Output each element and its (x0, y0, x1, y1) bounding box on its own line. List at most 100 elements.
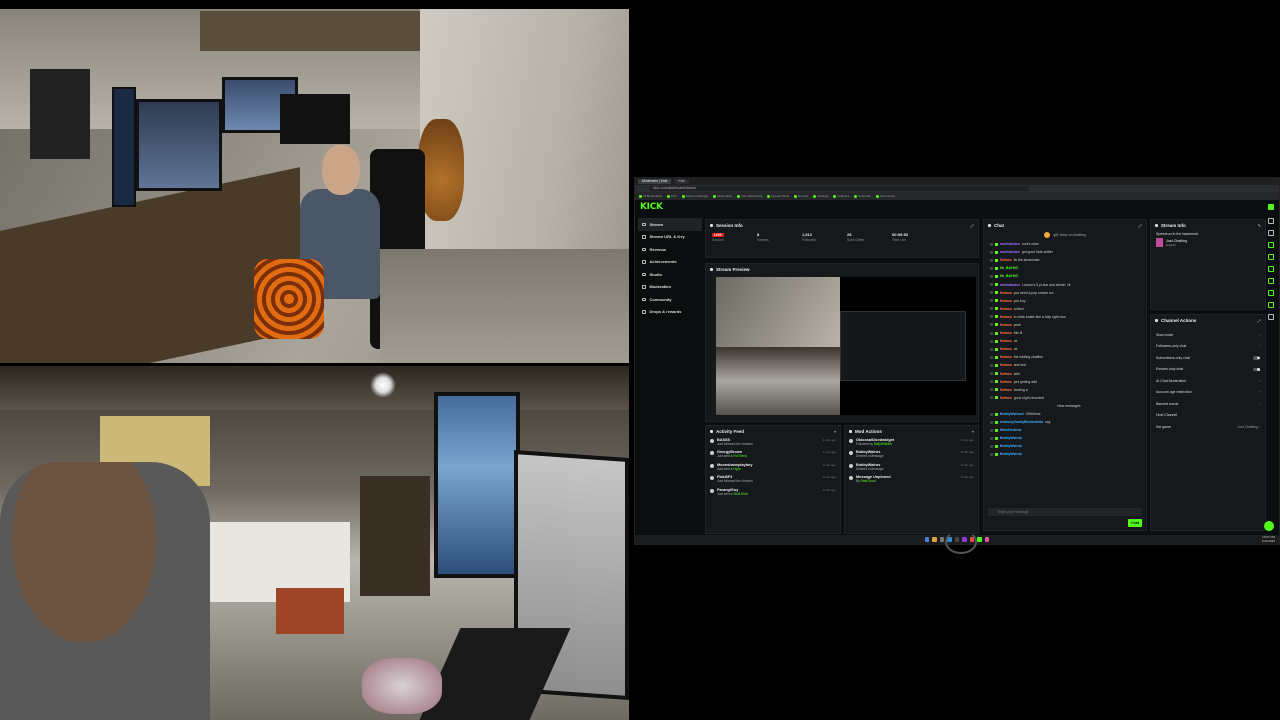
chat-message[interactable]: Mufasa a bitch (984, 305, 1146, 313)
chat-username[interactable]: Mufasa (1000, 347, 1012, 351)
chat-message[interactable]: moritzbeans Lucoco's 5 pi star and stinki… (984, 280, 1146, 288)
chat-message[interactable]: Mufasa and mor (984, 361, 1146, 369)
rail-icon[interactable] (1268, 218, 1274, 224)
app-icon[interactable] (939, 537, 945, 542)
chat-message[interactable]: Mufasa you buy (984, 297, 1146, 305)
chat-message[interactable]: Mufasa you need a pop smoke sm (984, 289, 1146, 297)
chat-message[interactable]: moritzbeans cool's cube (984, 240, 1146, 248)
app-icon[interactable] (984, 537, 990, 542)
channel-action-row[interactable]: Emotes-only chat (1151, 364, 1265, 376)
popout-icon[interactable]: ⤢ (1139, 223, 1142, 228)
edit-icon[interactable]: ✎ (1258, 223, 1261, 228)
chat-message[interactable]: Mufasa the riddling chaffins (984, 353, 1146, 361)
chat-username[interactable]: BobbyWalrus (1000, 444, 1022, 448)
sidebar-item[interactable]: Revenue (638, 243, 702, 256)
chat-message[interactable]: Mufasa yea getting wild (984, 378, 1146, 386)
chat-send-button[interactable]: Chat (1128, 519, 1142, 527)
chat-username[interactable]: Mufasa (1000, 307, 1012, 311)
channel-action-row[interactable]: Banned words › (1151, 398, 1265, 410)
chat-message[interactable]: BobbyWalrus4 GiftUltime (984, 410, 1146, 418)
bookmark-item[interactable]: Emotes (794, 194, 808, 198)
chat-username[interactable]: Mufasa (1000, 355, 1012, 359)
sidebar-item[interactable]: Stream URL & Key (638, 231, 702, 244)
chat-message[interactable]: moritzbeans got good fade snifter (984, 248, 1146, 256)
chat-message[interactable]: Mufasa booting a (984, 386, 1146, 394)
chat-username[interactable]: Mr_BAYNG (1000, 274, 1018, 278)
chat-username[interactable]: MissfireAnna (1000, 428, 1021, 432)
channel-action-row[interactable]: Slow mode › (1151, 329, 1265, 341)
chat-username[interactable]: BobbyWalrus4 (1000, 412, 1024, 416)
channel-action-row[interactable]: Host Channel (1151, 410, 1265, 422)
channel-action-row[interactable]: Set game Just Chatting › (1151, 421, 1265, 433)
sidebar-item[interactable]: Studio (638, 268, 702, 281)
bookmark-item[interactable]: All Bookmarks (639, 194, 662, 198)
chat-input[interactable]: Enter your message (988, 508, 1142, 516)
expand-icon[interactable]: ⤢ (971, 223, 974, 228)
rail-icon[interactable] (1268, 290, 1274, 296)
chat-message[interactable]: BobbyWalrus (984, 450, 1146, 458)
rail-icon[interactable] (1268, 278, 1274, 284)
sidebar-item[interactable]: Moderation (638, 281, 702, 294)
rail-icon[interactable] (1268, 314, 1274, 320)
bookmark-item[interactable]: Schedule (854, 194, 871, 198)
folder-icon[interactable] (932, 537, 937, 542)
feed-item[interactable]: GeorgyBrown Just sent a Full Send 1 min ag… (706, 449, 840, 462)
sidebar-item[interactable]: Stream (638, 218, 702, 231)
chat-username[interactable]: moritzbeans (1000, 283, 1020, 287)
toggle-switch[interactable] (1253, 356, 1260, 360)
bookmark-item[interactable]: Stream Manager (681, 194, 708, 198)
bookmark-item[interactable]: Settings (813, 194, 828, 198)
chat-username[interactable]: BobbyWalrus (1000, 436, 1022, 440)
rail-icon[interactable] (1268, 242, 1274, 248)
feed-item[interactable]: Moonshaneplayboy Just sent a Hype 2 min ag… (706, 461, 840, 474)
kick-logo[interactable]: KICK (640, 202, 663, 212)
chat-message[interactable]: Mufasa wild (984, 370, 1146, 378)
chat-username[interactable]: Mufasa (1000, 388, 1012, 392)
chat-username[interactable]: moritzbeans (1000, 242, 1020, 246)
rail-icon[interactable] (1268, 254, 1274, 260)
browser-tab[interactable]: Kick (674, 179, 690, 184)
chat-username[interactable]: Mr_BAYNG (1000, 266, 1018, 270)
chat-message[interactable]: BobbyWalrus (984, 434, 1146, 442)
sidebar-item[interactable]: Drops & rewards (638, 306, 702, 319)
rail-icon[interactable] (1268, 266, 1274, 272)
chat-message[interactable]: Mufasa its the abominate (984, 256, 1146, 264)
stream-preview-video[interactable] (716, 277, 976, 415)
bookmark-item[interactable]: Creator Tools (767, 194, 789, 198)
start-icon[interactable] (924, 537, 930, 542)
rail-icon[interactable] (1268, 230, 1274, 236)
channel-action-row[interactable]: Account age restriction › (1151, 387, 1265, 399)
toggle-switch[interactable] (1253, 367, 1260, 371)
kick-icon[interactable] (977, 537, 982, 542)
feed-item[interactable]: BASSS Just followed the channel 1 min ago (706, 436, 840, 449)
bookmark-item[interactable]: Community (875, 194, 895, 198)
channel-action-row[interactable]: AI Chat Moderation › (1151, 375, 1265, 387)
chat-message[interactable]: Mufasa this ill (984, 329, 1146, 337)
chat-message[interactable]: Mr_BAYNG (984, 264, 1146, 272)
feed-item[interactable]: BobbyWalrus Deleted a Message 9 min ago (845, 449, 978, 462)
browser-tab[interactable]: Moderator | Kick (638, 179, 672, 184)
chat-username[interactable]: Mufasa (1000, 339, 1012, 343)
address-field[interactable]: kick.com/dashboard/stream (649, 186, 1029, 191)
feed-item[interactable]: ParangiGuy Just sent a Skull Emit 4 min ag… (706, 486, 840, 499)
help-button[interactable] (1264, 521, 1274, 531)
chat-message[interactable]: Mufasa yeah (984, 321, 1146, 329)
feed-item[interactable]: OkloosaSlicedwidget Followed by BallyWhis… (845, 436, 978, 449)
chat-username[interactable]: AnthonyCandyBlockvdelta (1000, 420, 1043, 424)
sidebar-item[interactable]: Community (638, 293, 702, 306)
feed-item[interactable]: Flaki8F3 Just followed the channel 3 min a… (706, 474, 840, 487)
channel-action-row[interactable]: Subscribers-only chat (1151, 352, 1265, 364)
chat-username[interactable]: BobbyWalrus (1000, 452, 1022, 456)
chat-message[interactable]: Mr_BAYNG (984, 272, 1146, 280)
chat-message[interactable]: AnthonyCandyBlockvdelta say (984, 418, 1146, 426)
chat-username[interactable]: Mufasa (1000, 396, 1012, 400)
feed-item[interactable]: Message Unpinned By RainCloud 9 min ago (845, 474, 978, 487)
bookmark-item[interactable]: Moderation (713, 194, 732, 198)
sidebar-item[interactable]: Achievements (638, 256, 702, 269)
rail-icon[interactable] (1268, 302, 1274, 308)
bookmark-item[interactable]: Analytics (833, 194, 849, 198)
chat-username[interactable]: Mufasa (1000, 291, 1012, 295)
chat-message[interactable]: BobbyWalrus (984, 442, 1146, 450)
filter-icon[interactable]: ▾ (834, 429, 836, 434)
bookmark-item[interactable]: Kick (667, 194, 677, 198)
